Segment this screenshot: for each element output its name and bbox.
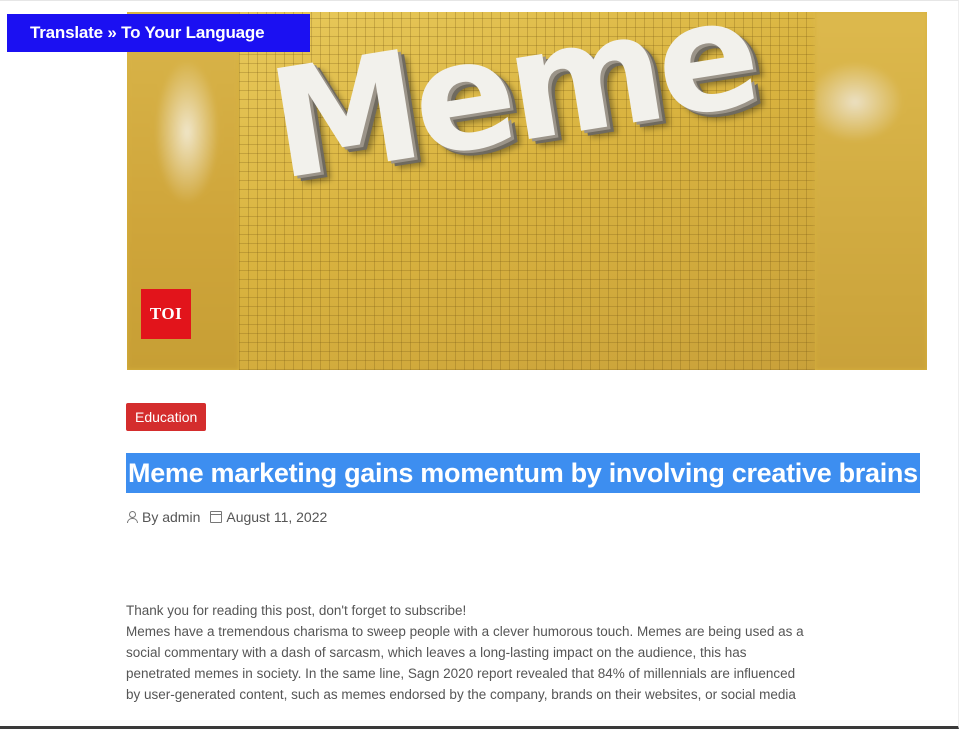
meme-word-graphic: Meme [259,12,765,214]
featured-image-blur-right [815,12,927,370]
user-icon [126,511,138,523]
body-line: Memes have a tremendous charisma to swee… [126,624,804,639]
body-line: penetrated memes in society. In the same… [126,666,796,681]
toi-logo: TOI [141,289,191,339]
body-line: social commentary with a dash of sarcasm… [126,645,747,660]
post-meta: By admin August 11, 2022 [126,508,327,526]
post-title: Meme marketing gains momentum by involvi… [126,453,920,493]
subscribe-note: Thank you for reading this post, don't f… [126,603,467,618]
post-author[interactable]: By admin [142,509,200,525]
category-badge[interactable]: Education [126,403,207,431]
body-line: by user-generated content, such as memes… [126,687,796,702]
translate-button[interactable]: Translate » To Your Language [7,14,310,52]
post-content: Thank you for reading this post, don't f… [126,600,932,705]
calendar-icon [210,511,223,523]
featured-image: Meme TOI [127,12,927,370]
featured-image-main: Meme [239,12,815,370]
post-date[interactable]: August 11, 2022 [226,509,327,525]
